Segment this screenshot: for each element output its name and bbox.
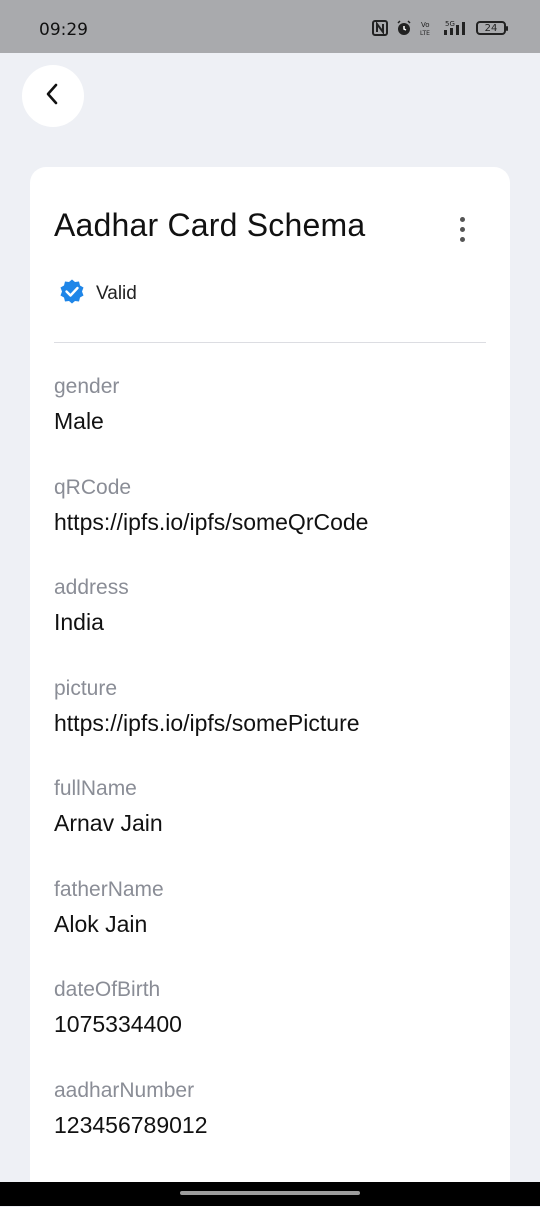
signal-5g-icon: 5G <box>442 20 468 36</box>
status-time: 09:29 <box>39 20 88 40</box>
more-vertical-icon-dot <box>459 236 465 242</box>
field-label: dateOfBirth <box>54 978 161 1001</box>
field-label: qRCode <box>54 476 132 499</box>
chevron-left-icon <box>43 82 63 110</box>
field-value: Male <box>54 408 104 434</box>
field-dateofbirth: dateOfBirth 1075334400 <box>54 977 494 1038</box>
field-label: gender <box>54 375 120 398</box>
field-gender: gender Male <box>54 374 494 435</box>
field-value: Alok Jain <box>54 911 148 937</box>
field-value: 1075334400 <box>54 1011 182 1037</box>
field-label: fullName <box>54 777 137 800</box>
status-label: Valid <box>96 283 137 304</box>
credential-card: Aadhar Card Schema Valid gender Male qRC… <box>30 167 510 1207</box>
field-fullname: fullName Arnav Jain <box>54 776 494 837</box>
field-fathername: fatherName Alok Jain <box>54 877 494 938</box>
navigation-bar <box>0 1182 540 1206</box>
field-address: address India <box>54 575 494 636</box>
more-options-button[interactable] <box>450 211 474 247</box>
volte-icon: Vo LTE <box>420 20 434 36</box>
home-gesture-handle[interactable] <box>180 1191 360 1195</box>
field-label: aadharNumber <box>54 1079 195 1102</box>
nfc-icon <box>372 20 388 36</box>
field-value: https://ipfs.io/ipfs/somePicture <box>54 710 360 736</box>
field-picture: picture https://ipfs.io/ipfs/somePicture <box>54 676 494 737</box>
field-label: fatherName <box>54 878 164 901</box>
alarm-icon <box>396 20 412 36</box>
field-label: address <box>54 576 129 599</box>
field-value: Arnav Jain <box>54 810 163 836</box>
divider <box>54 342 486 343</box>
status-bar: 09:29 Vo LTE 5G 24 <box>0 0 540 53</box>
field-aadharnumber: aadharNumber 123456789012 <box>54 1078 494 1139</box>
back-button[interactable] <box>22 65 84 127</box>
svg-text:LTE: LTE <box>420 30 430 36</box>
battery-indicator: 24 <box>476 21 508 35</box>
card-title: Aadhar Card Schema <box>54 207 366 243</box>
verified-badge-icon <box>58 278 86 310</box>
more-vertical-icon <box>459 216 465 222</box>
status-icons: Vo LTE 5G 24 <box>372 20 508 36</box>
field-qrcode: qRCode https://ipfs.io/ipfs/someQrCode <box>54 475 494 536</box>
field-value: 123456789012 <box>54 1112 208 1138</box>
svg-text:Vo: Vo <box>421 21 430 29</box>
more-vertical-icon-dot <box>459 226 465 232</box>
status-badge: Valid <box>58 278 137 310</box>
field-value: India <box>54 609 104 635</box>
svg-text:5G: 5G <box>445 20 455 28</box>
field-label: picture <box>54 677 118 700</box>
field-value: https://ipfs.io/ipfs/someQrCode <box>54 509 369 535</box>
